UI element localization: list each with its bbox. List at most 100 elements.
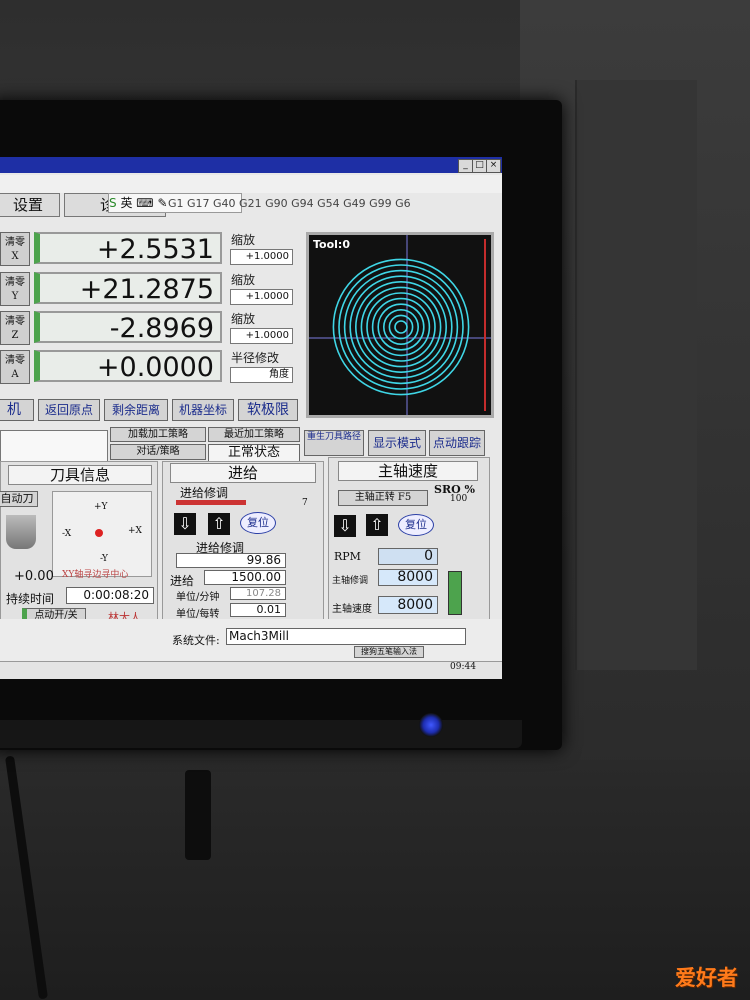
scale-value[interactable]: +1.0000: [230, 249, 293, 265]
finder-center-icon: [95, 529, 103, 537]
scale-label: 缩放: [231, 273, 256, 287]
menubar: [0, 175, 502, 193]
toolpath-ring: [354, 280, 448, 374]
scale-label: 半径修改: [231, 351, 280, 365]
finder-x-minus[interactable]: -X: [62, 529, 71, 539]
signal-cable: [185, 770, 211, 860]
toolpath-svg: [309, 235, 491, 415]
soft-limits-button[interactable]: 软极限: [238, 399, 298, 421]
axis-letter: A: [11, 369, 19, 380]
tab-settings[interactable]: 设置: [0, 193, 60, 217]
spindle-override-value: 8000: [378, 569, 438, 586]
scale-label: 缩放: [231, 233, 256, 247]
toolpath-ring: [388, 314, 414, 340]
spindle-override-label: 主轴修调: [332, 576, 369, 586]
spindle-reset-button[interactable]: 复位: [398, 514, 434, 536]
xy-finder-label: XY轴寻边寻中心: [62, 570, 129, 580]
room-shelf: [575, 80, 697, 670]
spindle-speed-value: 8000: [378, 596, 438, 614]
dro-z-value[interactable]: -2.8969: [34, 311, 222, 344]
feed-override-bar[interactable]: [176, 500, 246, 505]
dro-x-value[interactable]: +2.5531: [34, 232, 222, 265]
fro-value: 99.86: [176, 553, 286, 568]
spindle-speed-label: 主轴速度: [332, 604, 372, 615]
rpm-value: 0: [378, 548, 438, 565]
feed-title: 进给: [170, 463, 316, 483]
toolpath-ring: [366, 292, 436, 362]
toolpath-ring: [338, 264, 464, 390]
axis-letter: X: [11, 251, 19, 262]
duration-value: 0:00:08:20: [66, 587, 154, 604]
ime-lang: 英: [120, 196, 133, 210]
maximize-icon[interactable]: □: [472, 159, 487, 173]
toolpath-ring: [377, 303, 425, 351]
sro-value: 100: [450, 494, 468, 504]
zero-label: 清零: [5, 355, 25, 366]
watermark-logo: 爱好者: [675, 966, 738, 990]
spindle-up-icon[interactable]: ⇧: [366, 514, 388, 536]
profile-label: 系统文件:: [172, 634, 220, 647]
display-mode-button[interactable]: 显示模式: [368, 430, 426, 456]
tool-holder-icon: [6, 515, 36, 549]
finder-y-minus[interactable]: -Y: [100, 554, 108, 564]
mach3-screen: _ □ × 设置 诊断 S 英 ⌨ ✎ G1 G17 G40 G21 G90 G…: [0, 157, 502, 679]
monitor-bezel: [0, 720, 522, 748]
zero-y-button[interactable]: 清零 Y: [0, 272, 30, 306]
auto-tool-button[interactable]: 自动刀: [0, 491, 38, 507]
axis-letter: Z: [11, 330, 19, 341]
scale-value[interactable]: 角度: [230, 367, 293, 383]
power-led-icon[interactable]: [419, 713, 443, 737]
spindle-cw-button[interactable]: 主轴正转 F5: [338, 490, 428, 506]
feed-override-small: 7: [302, 498, 308, 508]
scale-value[interactable]: +1.0000: [230, 328, 293, 344]
rpm-label: RPM: [334, 550, 361, 563]
zero-label: 清零: [5, 237, 25, 248]
feed-up-icon[interactable]: ⇧: [208, 513, 230, 535]
zero-a-button[interactable]: 清零 A: [0, 350, 30, 384]
feed-reset-button[interactable]: 复位: [240, 512, 276, 534]
load-strategy-button[interactable]: 加载加工策略: [110, 427, 206, 442]
recent-strategy-button[interactable]: 最近加工策略: [208, 427, 300, 442]
finder-x-plus[interactable]: +X: [128, 526, 142, 536]
scale-label: 缩放: [231, 312, 256, 326]
scale-value[interactable]: +1.0000: [230, 289, 293, 305]
status-bar: 系统文件: Mach3Mill 搜狗五笔输入法 09:44: [0, 619, 502, 679]
upm-value: 107.28: [230, 587, 286, 600]
upr-label: 单位/每转: [176, 609, 220, 620]
regen-toolpath-button[interactable]: 重生刀具路径: [304, 430, 364, 456]
dialog-strategy-button[interactable]: 对话/策略: [110, 444, 206, 460]
tool-offset-value: +0.00: [14, 569, 54, 584]
upm-label: 单位/分钟: [176, 592, 220, 603]
dro-y-value[interactable]: +21.2875: [34, 272, 222, 305]
toolpath-ring: [349, 275, 453, 379]
toolpath-ring: [332, 258, 470, 396]
profile-value: Mach3Mill: [226, 628, 466, 645]
toolpath-ring: [371, 297, 431, 357]
tray-ime-button[interactable]: 搜狗五笔输入法: [354, 646, 424, 658]
feed-down-icon[interactable]: ⇩: [174, 513, 196, 535]
finder-y-plus[interactable]: +Y: [94, 502, 107, 512]
feed-label: 进给: [170, 574, 195, 588]
status-normal-label: 正常状态: [208, 444, 300, 462]
spindle-down-icon[interactable]: ⇩: [334, 515, 356, 537]
dro-a-value[interactable]: +0.0000: [34, 350, 222, 383]
mdi-input[interactable]: [0, 430, 108, 464]
dist-to-go-button[interactable]: 剩余距离: [104, 399, 168, 421]
taskbar: [0, 661, 502, 679]
machine-coords-button[interactable]: 机器坐标: [172, 399, 234, 421]
tool-label: Tool:0: [313, 238, 350, 251]
jog-follow-button[interactable]: 点动跟踪: [429, 430, 485, 456]
duration-label: 持续时间: [6, 592, 55, 606]
minimize-icon[interactable]: _: [458, 159, 473, 173]
feed-value[interactable]: 1500.00: [204, 570, 286, 585]
close-icon[interactable]: ×: [486, 159, 501, 173]
toolpath-display[interactable]: Tool:0: [306, 232, 494, 418]
zero-z-button[interactable]: 清零 Z: [0, 311, 30, 345]
desk: [0, 760, 750, 1000]
toolpath-spiral: [332, 258, 470, 396]
tool-info-title: 刀具信息: [8, 465, 152, 485]
ime-icon: S: [109, 196, 117, 210]
machine-button[interactable]: 机: [0, 399, 34, 421]
goto-home-button[interactable]: 返回原点: [38, 399, 100, 421]
zero-x-button[interactable]: 清零 X: [0, 232, 30, 266]
